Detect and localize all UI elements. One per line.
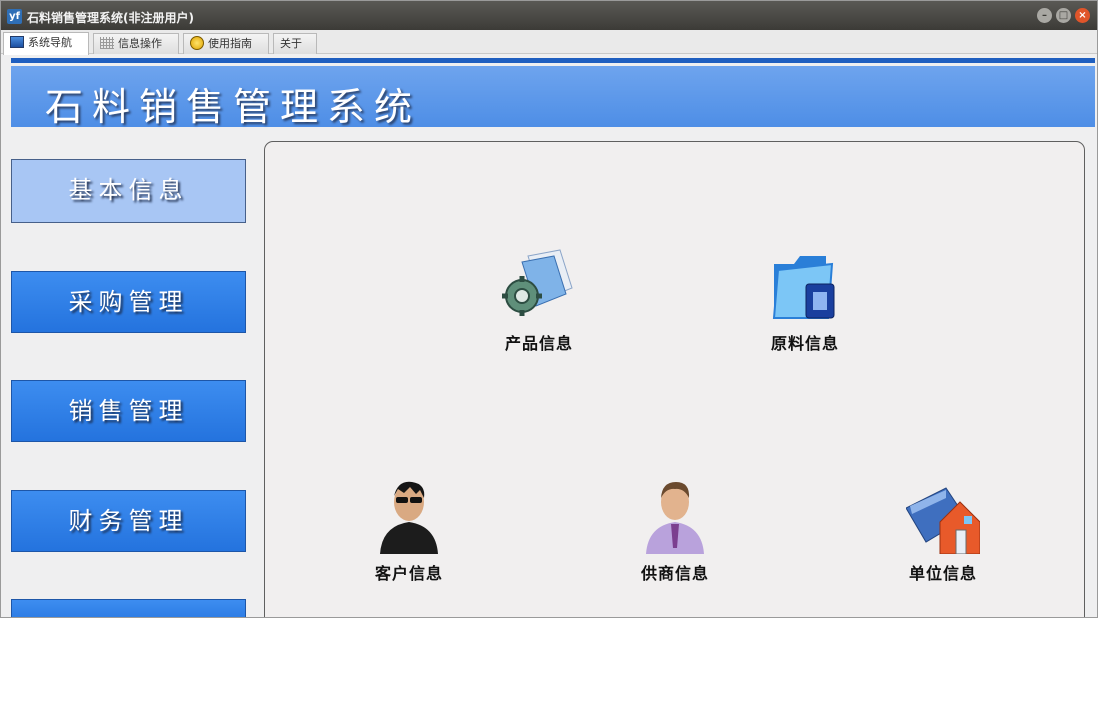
tile-label: 供商信息 bbox=[640, 564, 709, 583]
tile-customer-info[interactable]: 客户信息 bbox=[349, 478, 469, 584]
tile-unit-info[interactable]: 单位信息 bbox=[883, 478, 1003, 584]
tile-label: 产品信息 bbox=[504, 334, 573, 353]
sidebar-item-sales[interactable]: 销售管理 bbox=[11, 380, 246, 442]
tile-label: 客户信息 bbox=[374, 564, 443, 583]
title-bar[interactable]: yf 石料销售管理系统(非注册用户) – □ × bbox=[1, 1, 1097, 30]
tab-label: 信息操作 bbox=[118, 37, 162, 50]
tab-system-navigation[interactable]: 系统导航 bbox=[3, 32, 89, 55]
banner-title: 石料销售管理系统 bbox=[45, 85, 422, 129]
app-window: yf 石料销售管理系统(非注册用户) – □ × 系统导航 信息操作 使用指南 … bbox=[0, 0, 1098, 618]
product-gear-document-icon bbox=[502, 248, 576, 324]
window-title: 石料销售管理系统(非注册用户) bbox=[27, 11, 194, 25]
tab-about[interactable]: 关于 bbox=[273, 33, 317, 54]
maximize-button[interactable]: □ bbox=[1056, 8, 1071, 23]
businessman-icon bbox=[638, 478, 712, 554]
content-panel: 产品信息 原料信息 客户信息 供商信息 单位信息 bbox=[264, 141, 1085, 617]
tab-user-guide[interactable]: 使用指南 bbox=[183, 33, 269, 54]
tile-product-info[interactable]: 产品信息 bbox=[479, 248, 599, 354]
monitor-icon bbox=[10, 36, 24, 48]
tab-label: 使用指南 bbox=[208, 37, 252, 50]
sidebar-item-partial[interactable] bbox=[11, 599, 246, 617]
app-logo-icon: yf bbox=[7, 9, 22, 24]
tile-label: 原料信息 bbox=[770, 334, 839, 353]
sidebar-item-purchase[interactable]: 采购管理 bbox=[11, 271, 246, 333]
tile-label: 单位信息 bbox=[908, 564, 977, 583]
tile-raw-material-info[interactable]: 原料信息 bbox=[745, 248, 865, 354]
sidebar-item-finance[interactable]: 财务管理 bbox=[11, 490, 246, 552]
minimize-button[interactable]: – bbox=[1037, 8, 1052, 23]
banner-top-line bbox=[11, 58, 1095, 63]
grid-icon bbox=[100, 37, 114, 49]
person-sunglasses-icon bbox=[372, 478, 446, 554]
house-book-icon bbox=[905, 478, 981, 555]
tab-information-operations[interactable]: 信息操作 bbox=[93, 33, 179, 54]
tab-label: 系统导航 bbox=[28, 36, 72, 49]
close-button[interactable]: × bbox=[1075, 8, 1090, 23]
tile-supplier-info[interactable]: 供商信息 bbox=[615, 478, 735, 584]
tab-bar: 系统导航 信息操作 使用指南 关于 bbox=[1, 30, 1097, 55]
header-banner: 石料销售管理系统 bbox=[11, 66, 1095, 129]
tab-label: 关于 bbox=[280, 37, 302, 50]
blue-folder-icon bbox=[768, 248, 842, 324]
lightbulb-icon bbox=[190, 36, 204, 50]
sidebar-item-basic-info[interactable]: 基本信息 bbox=[11, 159, 246, 223]
